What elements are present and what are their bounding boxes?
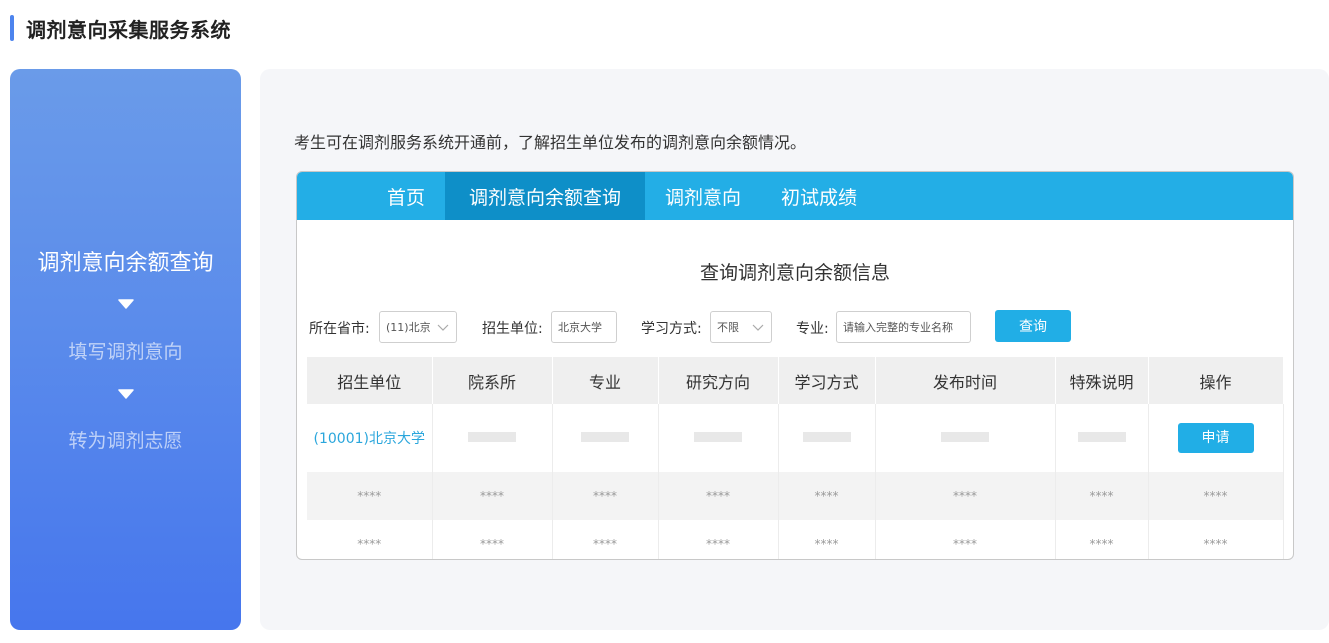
nav-item-intention[interactable]: 调剂意向 (645, 172, 761, 220)
title-accent-bar (10, 15, 14, 41)
major-label: 专业: (796, 321, 829, 337)
masked-cell: **** (778, 472, 876, 520)
province-label: 所在省市: (309, 321, 370, 337)
masked-cell: **** (875, 520, 1056, 559)
nav-item-home[interactable]: 首页 (367, 172, 445, 220)
placeholder-bar (802, 432, 851, 442)
steps-panel: 调剂意向余额查询 填写调剂意向 转为调剂志愿 (10, 69, 241, 630)
major-placeholder: 请输入完整的专业名称 (843, 321, 953, 334)
mode-label: 学习方式: (641, 321, 702, 337)
masked-cell: **** (1055, 520, 1149, 559)
col-header-action: 操作 (1148, 357, 1284, 404)
col-header-publish-time: 发布时间 (875, 357, 1056, 404)
table-cell: 申请 (1148, 404, 1284, 472)
col-header-research: 研究方向 (658, 357, 779, 404)
apply-button[interactable]: 申请 (1177, 423, 1254, 453)
query-button[interactable]: 查询 (995, 310, 1071, 342)
placeholder-bar (468, 432, 516, 442)
masked-cell: **** (778, 520, 876, 559)
placeholder-bar (694, 432, 742, 442)
mode-value: 不限 (717, 321, 739, 334)
unit-label: 招生单位: (482, 321, 543, 337)
masked-cell: **** (432, 520, 553, 559)
step-fill-intention[interactable]: 填写调剂意向 (10, 337, 241, 364)
table-row: **** **** **** **** **** **** **** **** (307, 472, 1284, 520)
table-row: (10001)北京大学 申请 (307, 404, 1284, 472)
table-cell (432, 404, 553, 472)
masked-cell: **** (1055, 472, 1149, 520)
masked-cell: **** (875, 472, 1056, 520)
table-cell (552, 404, 659, 472)
province-select[interactable]: (11)北京 (379, 311, 457, 343)
content-panel: 考生可在调剂服务系统开通前，了解招生单位发布的调剂意向余额情况。 首页 调剂意向… (260, 69, 1329, 630)
step-balance-query[interactable]: 调剂意向余额查询 (10, 245, 241, 277)
masked-cell: **** (658, 520, 779, 559)
filter-bar: 所在省市: (11)北京 招生单位: 北京大学 学习方式: 不限 专业: 请输入… (309, 310, 1281, 343)
caret-down-icon (117, 299, 134, 309)
col-header-notes: 特殊说明 (1055, 357, 1149, 404)
chevron-down-icon (752, 324, 764, 331)
caret-down-icon (117, 389, 134, 399)
placeholder-bar (941, 432, 989, 442)
table-cell (875, 404, 1056, 472)
query-title: 查询调剂意向余额信息 (699, 262, 890, 284)
col-header-major: 专业 (552, 357, 659, 404)
masked-cell: **** (1148, 520, 1284, 559)
page-header: 调剂意向采集服务系统 (10, 13, 231, 43)
screenshot-preview: 首页 调剂意向余额查询 调剂意向 初试成绩 查询调剂意向余额信息 所在省市: (… (296, 171, 1294, 560)
col-header-mode: 学习方式 (778, 357, 876, 404)
table-header-row: 招生单位 院系所 专业 研究方向 学习方式 发布时间 特殊说明 操作 (307, 357, 1284, 404)
major-input[interactable]: 请输入完整的专业名称 (836, 311, 971, 343)
nav-item-score[interactable]: 初试成绩 (761, 172, 877, 220)
placeholder-bar (581, 432, 629, 442)
results-table: 招生单位 院系所 专业 研究方向 学习方式 发布时间 特殊说明 操作 (1000… (307, 357, 1284, 559)
nav-item-balance-query[interactable]: 调剂意向余额查询 (445, 172, 646, 220)
page-title: 调剂意向采集服务系统 (26, 17, 231, 42)
masked-cell: **** (552, 472, 659, 520)
masked-cell: **** (658, 472, 779, 520)
province-value: (11)北京 (386, 321, 431, 334)
mode-select[interactable]: 不限 (710, 311, 772, 343)
table-cell (1055, 404, 1149, 472)
col-header-department: 院系所 (432, 357, 553, 404)
masked-cell: **** (307, 520, 433, 559)
unit-input[interactable]: 北京大学 (551, 311, 617, 343)
masked-cell: **** (552, 520, 659, 559)
table-cell (658, 404, 779, 472)
table-cell (778, 404, 876, 472)
top-nav: 首页 调剂意向余额查询 调剂意向 初试成绩 (297, 172, 1293, 220)
placeholder-bar (1077, 432, 1126, 442)
masked-cell: **** (1148, 472, 1284, 520)
table-cell: (10001)北京大学 (307, 404, 433, 472)
masked-cell: **** (307, 472, 433, 520)
step-convert-to-choice[interactable]: 转为调剂志愿 (10, 426, 241, 453)
table-row: **** **** **** **** **** **** **** **** (307, 520, 1284, 559)
unit-link[interactable]: (10001)北京大学 (314, 431, 425, 447)
chevron-down-icon (437, 324, 449, 331)
description-text: 考生可在调剂服务系统开通前，了解招生单位发布的调剂意向余额情况。 (294, 133, 807, 152)
masked-cell: **** (432, 472, 553, 520)
unit-value: 北京大学 (558, 321, 602, 334)
col-header-unit: 招生单位 (307, 357, 433, 404)
